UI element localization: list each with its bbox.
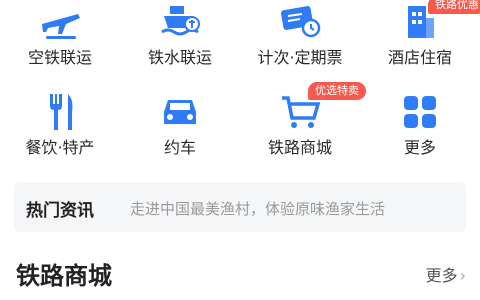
service-label: 铁水联运 bbox=[147, 48, 212, 67]
section-title: 铁路商城 bbox=[16, 262, 112, 290]
service-label: 酒店住宿 bbox=[387, 48, 452, 67]
service-label: 计次·定期票 bbox=[257, 48, 343, 67]
ship-rail-icon bbox=[161, 6, 200, 36]
car-icon bbox=[164, 100, 196, 124]
chevron-right-icon: › bbox=[459, 266, 466, 285]
service-label: 铁路商城 bbox=[267, 138, 332, 157]
section-more-link[interactable]: 更多 › bbox=[426, 262, 466, 286]
mall-badge: 优选特卖 bbox=[308, 82, 366, 100]
service-label: 约车 bbox=[163, 138, 196, 157]
hot-news-banner[interactable]: 热门资讯 走进中国最美渔村，体验原味渔家生活 bbox=[14, 182, 466, 232]
ticket-clock-icon bbox=[280, 6, 321, 38]
service-label: 空铁联运 bbox=[27, 48, 92, 67]
grid-more-icon bbox=[404, 96, 436, 128]
hot-news-text[interactable]: 走进中国最美渔村，体验原味渔家生活 bbox=[130, 198, 385, 219]
plane-train-icon bbox=[42, 14, 80, 39]
hot-news-tag: 热门资讯 bbox=[26, 201, 94, 221]
hotel-badge: 铁路优惠 bbox=[428, 0, 480, 14]
more-label: 更多 bbox=[425, 266, 458, 285]
fork-knife-icon bbox=[50, 94, 73, 130]
service-label: 更多 bbox=[403, 138, 436, 157]
service-label: 餐饮·特产 bbox=[25, 138, 95, 157]
